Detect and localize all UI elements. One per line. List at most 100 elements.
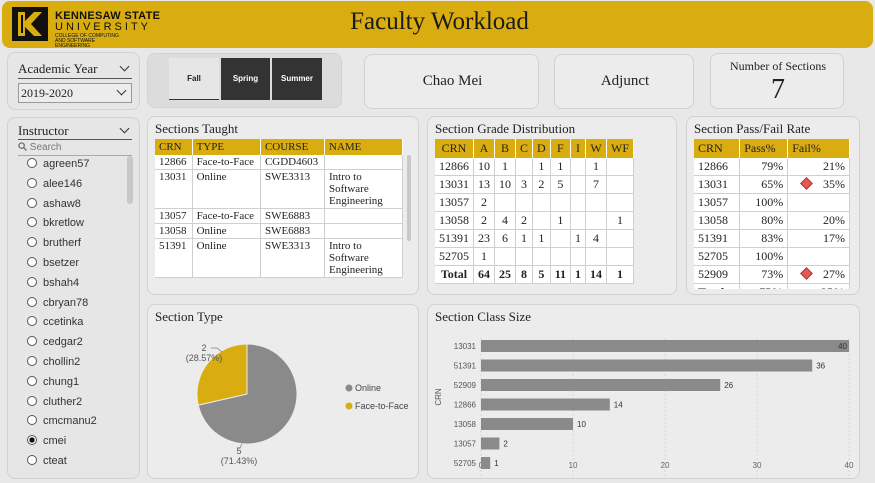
column-header[interactable]: CRN — [694, 139, 741, 158]
section-type-pie: 5(71.43%) 2(28.57%) Online Face-to-Face — [186, 343, 409, 466]
instructor-item[interactable]: bkretlow — [27, 217, 84, 229]
bar-value-label: 14 — [614, 401, 623, 410]
academic-year-dropdown[interactable]: 2019-2020 — [18, 83, 132, 103]
instructor-item[interactable]: chollin2 — [27, 356, 80, 368]
radio-icon[interactable] — [27, 395, 37, 406]
cell-value: 17% — [823, 231, 845, 245]
instructor-scrollbar[interactable] — [127, 156, 133, 204]
radio-icon[interactable] — [27, 177, 37, 188]
table-cell — [324, 223, 403, 239]
semester-fall-button[interactable]: Fall — [169, 58, 219, 100]
radio-icon[interactable] — [27, 257, 37, 267]
cell-value: 35% — [823, 177, 845, 191]
instructor-item[interactable]: agreen57 — [27, 158, 90, 170]
instructor-item[interactable]: cmei — [27, 435, 66, 447]
column-header[interactable]: NAME — [324, 139, 403, 155]
column-header[interactable]: TYPE — [192, 139, 261, 155]
instructor-item[interactable]: ccetinka — [27, 316, 83, 328]
instructor-item[interactable]: cbryan78 — [27, 296, 88, 309]
column-header[interactable]: I — [570, 139, 587, 158]
bar-value-label: 2 — [503, 440, 508, 449]
instructor-name: cedgar2 — [43, 336, 83, 349]
total-cell: Total — [694, 283, 741, 289]
radio-icon[interactable] — [27, 316, 37, 327]
bar[interactable] — [481, 457, 491, 469]
table-cell: Face-to-Face — [192, 208, 261, 224]
instructor-item[interactable]: brutherf — [27, 237, 81, 249]
bar[interactable] — [481, 437, 500, 450]
slice-pct-label: (71.43%) — [221, 456, 258, 466]
radio-icon[interactable] — [27, 197, 37, 208]
radio-icon[interactable] — [27, 435, 37, 446]
instructor-item[interactable]: cluther2 — [27, 395, 82, 408]
cell-value: 12866 — [698, 159, 728, 173]
column-header[interactable]: Pass% — [739, 139, 789, 158]
instructor-name: alee146 — [43, 177, 83, 190]
radio-icon[interactable] — [27, 276, 37, 287]
radio-icon[interactable] — [27, 375, 37, 386]
radio-icon[interactable] — [27, 415, 37, 426]
table-cell — [515, 158, 534, 176]
semester-summer-button[interactable]: Summer — [272, 58, 322, 100]
table-cell: 20% — [787, 211, 850, 230]
legend-label[interactable]: Face-to-Face — [355, 401, 409, 411]
column-header[interactable]: CRN — [435, 139, 474, 158]
bar[interactable] — [481, 359, 813, 372]
table-cell: 13057 — [435, 193, 474, 212]
column-header[interactable]: CRN — [155, 139, 193, 155]
column-header[interactable]: W — [585, 139, 608, 158]
radio-icon[interactable] — [27, 217, 37, 228]
bar[interactable] — [481, 340, 849, 352]
header-bar: KENNESAW STATE UNIVERSITY COLLEGE OF COM… — [2, 1, 873, 49]
instructor-name: ashaw8 — [43, 197, 81, 210]
cell-value: 100% — [755, 249, 784, 263]
table-cell: 12866 — [435, 158, 474, 176]
column-header[interactable]: A — [473, 139, 495, 158]
instructor-item[interactable]: alee146 — [27, 177, 83, 190]
bar-value-label: 10 — [577, 420, 586, 429]
bar[interactable] — [481, 379, 721, 391]
grade-distribution-table-wrap: CRN A B C D F I W WF 12866 10 1 1 1 1 13031 13 10 3 2 5 7 130… — [435, 139, 665, 287]
radio-icon[interactable] — [27, 455, 37, 465]
y-tick-label: 51391 — [454, 362, 477, 371]
instructor-name: bshah4 — [43, 276, 80, 289]
cell-value: 100% — [755, 195, 784, 209]
cell-value: 52705 — [698, 249, 728, 263]
total-cell: 25% — [787, 283, 850, 289]
instructor-item[interactable]: bsetzer — [27, 257, 79, 269]
legend-label[interactable]: Online — [355, 383, 381, 393]
column-header[interactable]: B — [494, 139, 516, 158]
bar[interactable] — [481, 398, 610, 411]
table-row: 51391 Online SWE3313 Intro to Software Engi… — [155, 238, 403, 278]
table-cell: 1 — [473, 247, 495, 266]
instructor-item[interactable]: bshah4 — [27, 276, 80, 289]
radio-icon[interactable] — [27, 237, 37, 248]
instructor-header[interactable]: Instructor — [18, 123, 132, 140]
column-header[interactable]: WF — [606, 139, 635, 158]
instructor-item[interactable]: cedgar2 — [27, 336, 83, 348]
column-header[interactable]: D — [532, 139, 551, 158]
instructor-item[interactable]: cmcmanu2 — [27, 415, 97, 427]
instructor-item[interactable]: cteat — [27, 455, 67, 467]
cell-value: 13031 — [698, 177, 728, 191]
sections-taught-scrollbar[interactable] — [407, 155, 411, 241]
radio-icon[interactable] — [27, 336, 37, 347]
column-header[interactable]: COURSE — [260, 139, 326, 155]
radio-icon[interactable] — [27, 158, 37, 168]
table-cell — [570, 175, 587, 194]
radio-icon[interactable] — [27, 356, 37, 366]
bar[interactable] — [481, 418, 573, 430]
total-cell: 1 — [606, 265, 635, 284]
column-header[interactable]: C — [515, 139, 534, 158]
table-cell: 12866 — [155, 155, 193, 170]
semester-spring-button[interactable]: Spring — [221, 58, 270, 100]
instructor-search[interactable]: Search — [18, 142, 132, 156]
academic-year-header[interactable]: Academic Year — [18, 61, 132, 79]
column-header[interactable]: F — [550, 139, 572, 158]
table-cell: 1 — [585, 158, 608, 176]
instructor-item[interactable]: chung1 — [27, 375, 79, 388]
y-tick-label: 52909 — [454, 381, 477, 390]
instructor-item[interactable]: ashaw8 — [27, 197, 81, 210]
column-header[interactable]: Fail% — [787, 139, 850, 158]
radio-icon[interactable] — [27, 296, 37, 307]
